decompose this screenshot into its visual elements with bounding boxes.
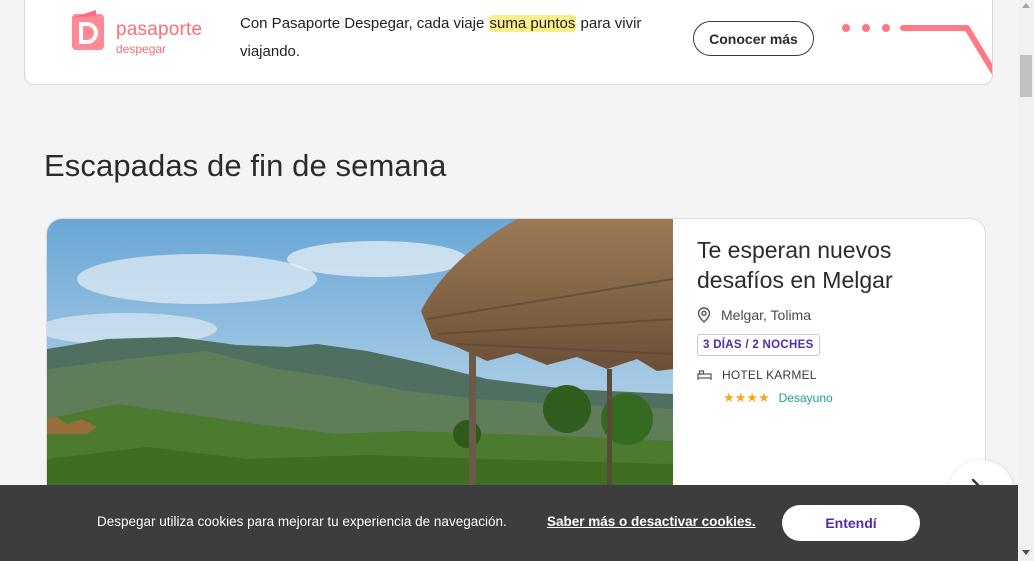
decorative-dots-line-icon — [842, 24, 992, 74]
cookie-settings-link[interactable]: Saber más o desactivar cookies. — [547, 514, 756, 529]
bed-icon — [697, 370, 712, 380]
banner-message: Con Pasaporte Despegar, cada viaje suma … — [240, 10, 680, 66]
location-row: Melgar, Tolima — [697, 307, 967, 323]
passport-logo-icon — [72, 10, 104, 50]
hotel-row: HOTEL KARMEL — [697, 368, 967, 382]
cookie-message: Despegar utiliza cookies para mejorar tu… — [97, 514, 507, 529]
location-label: Melgar, Tolima — [721, 307, 812, 323]
pasaporte-banner: pasaporte despegar Con Pasaporte Despega… — [24, 0, 993, 85]
star-icon: ★★★★ — [723, 390, 770, 405]
package-details: Te esperan nuevos desafíos en Melgar Mel… — [697, 235, 967, 406]
logo-subtitle: despegar — [116, 42, 167, 56]
hotel-name: HOTEL KARMEL — [722, 368, 817, 382]
meal-plan: Desayuno — [778, 391, 833, 405]
duration-badge: 3 DÍAS / 2 NOCHES — [697, 334, 820, 356]
rating-row: ★★★★ Desayuno — [697, 390, 967, 406]
scroll-down-arrow-icon[interactable] — [1022, 550, 1030, 555]
banner-text-highlight: suma puntos — [488, 15, 577, 32]
scroll-up-arrow-icon[interactable] — [1022, 3, 1030, 8]
logo-name: pasaporte — [116, 19, 203, 40]
page-scrollbar[interactable] — [1018, 0, 1034, 561]
pasaporte-logo[interactable]: pasaporte despegar — [70, 8, 210, 56]
accept-cookies-button[interactable]: Entendí — [782, 505, 920, 541]
conocer-mas-button[interactable]: Conocer más — [693, 21, 814, 56]
cookie-banner: Despegar utiliza cookies para mejorar tu… — [0, 485, 1018, 561]
scrollbar-thumb[interactable] — [1020, 55, 1032, 97]
location-pin-icon — [697, 307, 711, 323]
package-title[interactable]: Te esperan nuevos desafíos en Melgar — [697, 235, 967, 295]
section-title: Escapadas de fin de semana — [44, 148, 447, 183]
banner-text-start: Con Pasaporte Despegar, cada viaje — [240, 15, 489, 32]
